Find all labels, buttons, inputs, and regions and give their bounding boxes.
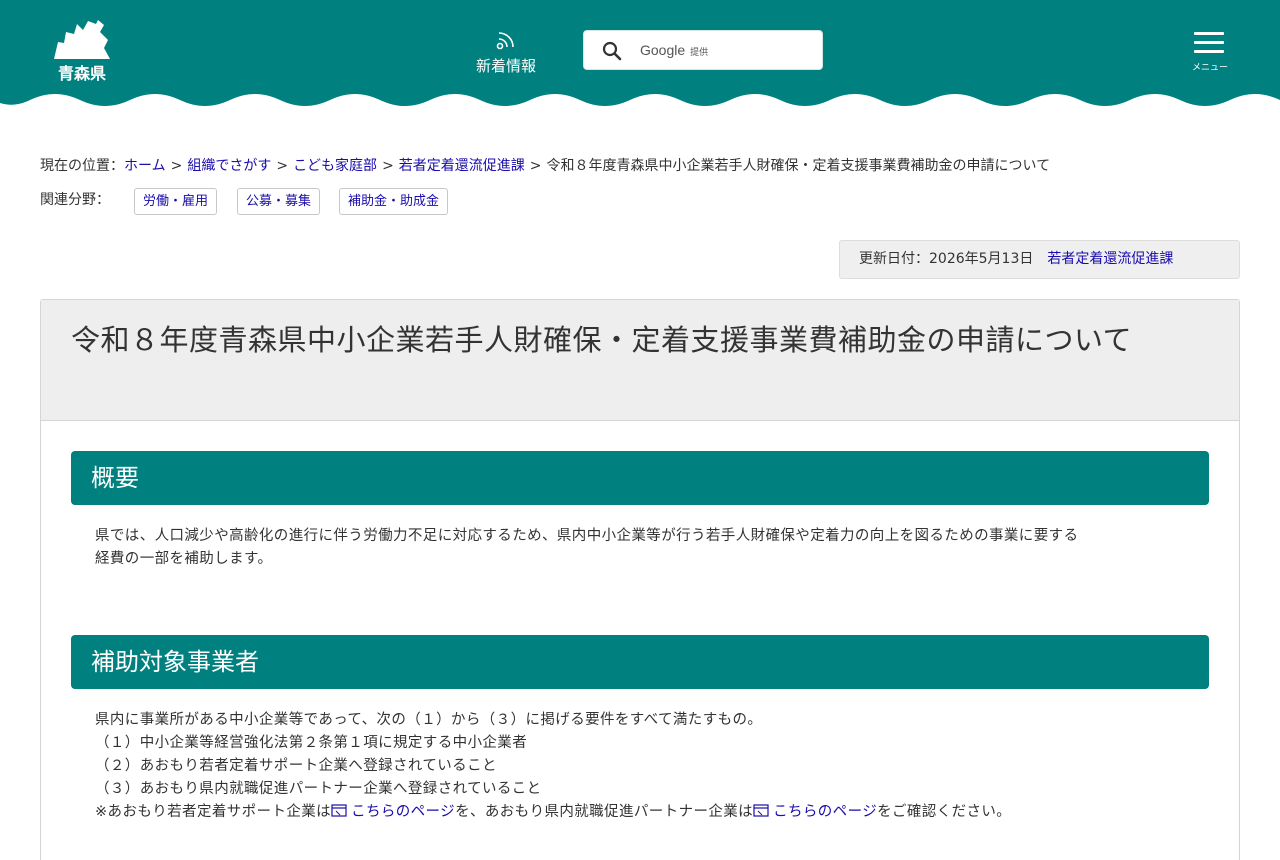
breadcrumb-link-home[interactable]: ホーム: [124, 158, 166, 174]
updated-date: 更新日付：2026年5月13日: [859, 251, 1034, 267]
partner-company-page-link[interactable]: こちらのページ: [753, 804, 877, 820]
search-icon: [602, 41, 622, 61]
support-company-page-link[interactable]: こちらのページ: [331, 804, 455, 820]
logo-text: 青森県: [57, 64, 106, 83]
section-body-overview: 県では、人口減少や高齢化の進行に伴う労働力不足に対応するため、県内中小企業等が行…: [95, 525, 1195, 571]
breadcrumb: 現在の位置：ホーム > 組織でさがす > こども家庭部 > 若者定着還流促進課 > 令和８年度青…: [40, 158, 1051, 174]
aomori-logo-home-link[interactable]: 青森県: [48, 16, 116, 83]
section-heading-eligible-businesses: 補助対象事業者: [71, 635, 1209, 689]
breadcrumb-current: 令和８年度青森県中小企業若手人財確保・定着支援事業費補助金の申請について: [546, 158, 1051, 174]
breadcrumb-prefix: 現在の位置：: [40, 158, 124, 174]
tag-labor-employment[interactable]: 労働・雇用: [134, 188, 218, 215]
tag-subsidies-grants[interactable]: 補助金・助成金: [339, 188, 449, 215]
menu-label: メニュー: [1191, 63, 1228, 73]
note-line: ※あおもり若者定着サポート企業は こちらのページを、あおもり県内就職促進パートナー…: [95, 804, 1012, 820]
site-header: 青森県 新着情報 Google 提供 メニュー: [0, 0, 1280, 112]
search-input[interactable]: Google 提供: [583, 30, 823, 70]
paragraph-line: 県では、人口減少や高齢化の進行に伴う労働力不足に対応するため、県内中小企業等が行…: [95, 528, 1079, 544]
external-window-icon: [331, 804, 347, 817]
page-title: 令和８年度青森県中小企業若手人財確保・定着支援事業費補助金の申請について: [71, 323, 1133, 357]
breadcrumb-link-division[interactable]: 若者定着還流促進課: [399, 158, 525, 174]
requirement-item: （２）あおもり若者定着サポート企業へ登録されていること: [95, 758, 497, 774]
menu-button[interactable]: メニュー: [1186, 28, 1234, 74]
rss-feed-icon: [496, 32, 514, 50]
section-body-eligible-businesses: 県内に事業所がある中小企業等であって、次の（１）から（３）に掲げる要件をすべて満…: [95, 709, 1195, 824]
breadcrumb-link-department[interactable]: こども家庭部: [293, 158, 377, 174]
aomori-map-logo-icon: [54, 20, 110, 59]
requirement-item: （３）あおもり県内就職促進パートナー企業へ登録されていること: [95, 781, 542, 797]
external-window-icon: [753, 804, 769, 817]
update-info-box: 更新日付：2026年5月13日 若者定着還流促進課: [839, 240, 1240, 279]
article-container: 令和８年度青森県中小企業若手人財確保・定着支援事業費補助金の申請について 概要 …: [40, 299, 1240, 860]
news-label: 新着情報: [475, 57, 536, 75]
paragraph-line: 経費の一部を補助します。: [95, 551, 273, 567]
paragraph-line: 県内に事業所がある中小企業等であって、次の（１）から（３）に掲げる要件をすべて満…: [95, 712, 763, 728]
related-fields-label: 関連分野：: [40, 192, 110, 208]
section-heading-overview: 概要: [71, 451, 1209, 505]
department-link[interactable]: 若者定着還流促進課: [1047, 251, 1173, 267]
hamburger-icon: [1194, 32, 1224, 35]
requirement-item: （１）中小企業等経営強化法第２条第１項に規定する中小企業者: [95, 735, 528, 751]
breadcrumb-link-organization[interactable]: 組織でさがす: [187, 158, 271, 174]
google-search-watermark: Google 提供: [640, 42, 709, 58]
tag-public-recruitment[interactable]: 公募・募集: [237, 188, 321, 215]
article-header: 令和８年度青森県中小企業若手人財確保・定着支援事業費補助金の申請について: [41, 300, 1239, 421]
news-link[interactable]: 新着情報: [466, 28, 546, 78]
